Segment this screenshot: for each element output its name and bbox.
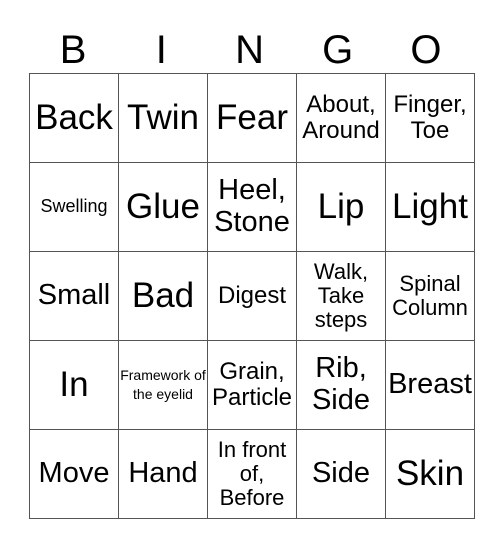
bingo-row: Back Twin Fear About, Around Finger, Toe: [29, 73, 475, 163]
bingo-cell[interactable]: Spinal Column: [385, 251, 475, 341]
bingo-cell[interactable]: Move: [29, 429, 119, 519]
bingo-cell[interactable]: Heel, Stone: [207, 162, 297, 252]
bingo-cell[interactable]: Hand: [118, 429, 208, 519]
bingo-cell[interactable]: Bad: [118, 251, 208, 341]
header-letter-b: B: [59, 28, 87, 72]
bingo-card-grid: Back Twin Fear About, Around Finger, Toe…: [29, 73, 475, 519]
header-letter-n: N: [235, 28, 264, 72]
bingo-cell[interactable]: Breast: [385, 340, 475, 430]
bingo-cell[interactable]: Rib, Side: [296, 340, 386, 430]
header-letter-i: I: [155, 28, 167, 72]
bingo-row: In Framework of the eyelid Grain, Partic…: [29, 340, 475, 430]
bingo-cell[interactable]: Skin: [385, 429, 475, 519]
bingo-cell[interactable]: Finger, Toe: [385, 73, 475, 163]
bingo-cell[interactable]: Walk, Take steps: [296, 251, 386, 341]
bingo-cell[interactable]: Small: [29, 251, 119, 341]
bingo-cell[interactable]: Grain, Particle: [207, 340, 297, 430]
bingo-row: Swelling Glue Heel, Stone Lip Light: [29, 162, 475, 252]
header-letter-g: G: [322, 28, 354, 72]
bingo-cell[interactable]: In front of, Before: [207, 429, 297, 519]
bingo-row: Move Hand In front of, Before Side Skin: [29, 429, 475, 519]
bingo-cell[interactable]: Framework of the eyelid: [118, 340, 208, 430]
bingo-header: B I N G O: [29, 28, 470, 72]
bingo-cell[interactable]: Fear: [207, 73, 297, 163]
bingo-cell[interactable]: About, Around: [296, 73, 386, 163]
bingo-row: Small Bad Digest Walk, Take steps Spinal…: [29, 251, 475, 341]
bingo-cell[interactable]: In: [29, 340, 119, 430]
bingo-cell[interactable]: Light: [385, 162, 475, 252]
bingo-cell[interactable]: Back: [29, 73, 119, 163]
header-letter-o: O: [410, 28, 442, 72]
bingo-cell[interactable]: Swelling: [29, 162, 119, 252]
bingo-cell[interactable]: Glue: [118, 162, 208, 252]
bingo-cell[interactable]: Digest: [207, 251, 297, 341]
bingo-cell[interactable]: Side: [296, 429, 386, 519]
bingo-cell[interactable]: Twin: [118, 73, 208, 163]
bingo-cell[interactable]: Lip: [296, 162, 386, 252]
